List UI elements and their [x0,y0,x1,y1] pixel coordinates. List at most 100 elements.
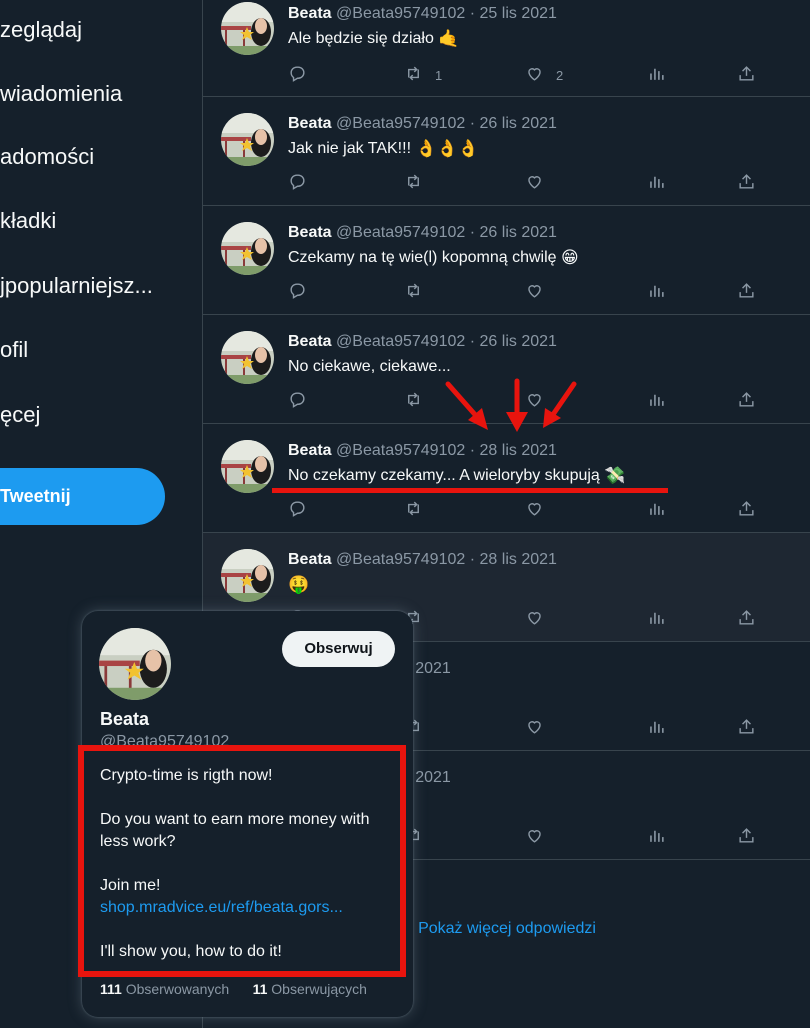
share-button[interactable] [737,498,756,522]
tweet-text: Czekamy na tę wie(l) kopomną chwilę 😁 [288,249,579,267]
tweet-author-name[interactable]: Beata [288,115,332,132]
nav-messages[interactable]: adomości [0,137,195,177]
views-button[interactable] [647,716,666,740]
tweet-avatar[interactable] [221,549,274,602]
tweet-header: Beata @Beata95749102 · 28 lis 2021 [288,442,557,460]
retweet-button[interactable] [404,280,435,304]
nav-notifications[interactable]: wiadomienia [0,74,195,114]
tweet-author-handle[interactable]: @Beata95749102 [336,5,465,22]
profile-hover-card: Obserwuj Beata @Beata95749102 Crypto-tim… [78,611,413,1017]
like-button[interactable] [525,280,556,304]
heart-icon [525,717,544,739]
views-button[interactable] [647,280,666,304]
share-button[interactable] [737,171,756,195]
tweet-text: Ale będzie się działo 🤙 [288,30,460,48]
tweet[interactable]: Beata @Beata95749102 · 26 lis 2021 Czekam… [203,206,810,315]
tweet-date[interactable]: 28 lis 2021 [480,551,557,568]
like-button[interactable] [525,825,556,849]
reply-button[interactable] [288,171,307,195]
views-button[interactable] [647,498,666,522]
hover-card-avatar[interactable] [99,628,171,700]
nav-explore[interactable]: zeglądaj [0,10,195,50]
tweet-text-body: Jak nie jak TAK!!! [288,140,412,157]
share-icon [737,499,756,521]
tweet-actions [288,280,768,304]
reply-button[interactable] [288,389,307,413]
views-chart-icon [647,826,666,848]
retweet-button[interactable] [404,498,435,522]
share-icon [737,64,756,86]
reply-button[interactable] [288,498,307,522]
views-button[interactable] [647,607,666,631]
following-link[interactable]: 111 Obserwowanych [100,981,229,997]
like-button[interactable] [525,498,556,522]
retweet-button[interactable] [404,389,435,413]
tweet-emoji: 👌👌👌 [415,139,479,158]
heart-icon [525,608,544,630]
tweet-avatar[interactable] [221,2,274,55]
tweet[interactable]: Beata @Beata95749102 · 26 lis 2021 Jak ni… [203,97,810,206]
reply-button[interactable] [288,280,307,304]
like-button[interactable] [525,716,556,740]
tweet-date[interactable]: 26 lis 2021 [480,115,557,132]
tweet-header: Beata @Beata95749102 · 28 lis 2021 [288,551,557,569]
followers-link[interactable]: 11 Obserwujących [253,981,367,997]
like-button[interactable] [525,607,556,631]
views-button[interactable] [647,389,666,413]
tweet-actions: 12 [288,63,768,87]
share-icon [737,717,756,739]
tweet-text: No czekamy czekamy... A wieloryby skupuj… [288,467,625,485]
tweet-author-name[interactable]: Beata [288,551,332,568]
tweet-button[interactable]: Tweetnij [0,468,165,525]
nav-top-articles[interactable]: jpopularniejsz... [0,266,195,306]
tweet-avatar[interactable] [221,440,274,493]
tweet-author-name[interactable]: Beata [288,333,332,350]
nav-bookmarks[interactable]: kładki [0,201,195,241]
tweet-date[interactable]: 26 lis 2021 [480,333,557,350]
heart-icon [525,64,544,86]
bio-referral-link[interactable]: shop.mradvice.eu/ref/beata.gors... [100,899,343,916]
tweet-author-handle[interactable]: @Beata95749102 [336,442,465,459]
share-button[interactable] [737,63,756,87]
tweet-author-handle[interactable]: @Beata95749102 [336,115,465,132]
reply-button[interactable] [288,63,307,87]
follow-button[interactable]: Obserwuj [282,631,395,667]
share-button[interactable] [737,280,756,304]
tweet[interactable]: Beata @Beata95749102 · 25 lis 2021 Ale bę… [203,0,810,97]
share-button[interactable] [737,607,756,631]
share-button[interactable] [737,825,756,849]
tweet-text-body: No ciekawe, ciekawe... [288,358,451,375]
tweet-author-handle[interactable]: @Beata95749102 [336,333,465,350]
like-button[interactable]: 2 [525,63,563,87]
retweet-button[interactable]: 1 [404,63,442,87]
reply-icon [288,172,307,194]
followers-count: 11 [252,981,268,997]
like-button[interactable] [525,171,556,195]
tweet-header: Beata @Beata95749102 · 26 lis 2021 [288,115,557,133]
hover-card-name[interactable]: Beata [100,709,149,730]
retweet-icon [404,172,423,194]
retweet-button[interactable] [404,171,435,195]
nav-profile[interactable]: ofil [0,330,195,370]
tweet-author-handle[interactable]: @Beata95749102 [336,224,465,241]
views-chart-icon [647,281,666,303]
share-button[interactable] [737,389,756,413]
views-button[interactable] [647,825,666,849]
tweet-author-name[interactable]: Beata [288,224,332,241]
tweet-author-name[interactable]: Beata [288,5,332,22]
tweet-author-handle[interactable]: @Beata95749102 [336,551,465,568]
nav-more[interactable]: ęcej [0,395,195,435]
red-underline-annotation [272,488,668,493]
tweet-text-body: Ale będzie się działo [288,30,434,47]
share-button[interactable] [737,716,756,740]
tweet-avatar[interactable] [221,222,274,275]
tweet-avatar[interactable] [221,331,274,384]
tweet-avatar[interactable] [221,113,274,166]
views-button[interactable] [647,171,666,195]
views-button[interactable] [647,63,666,87]
tweet-date[interactable]: 26 lis 2021 [480,224,557,241]
tweet[interactable]: Beata @Beata95749102 · 28 lis 2021 No cze… [203,424,810,533]
tweet-date[interactable]: 25 lis 2021 [480,5,557,22]
tweet-date[interactable]: 28 lis 2021 [480,442,557,459]
tweet-author-name[interactable]: Beata [288,442,332,459]
